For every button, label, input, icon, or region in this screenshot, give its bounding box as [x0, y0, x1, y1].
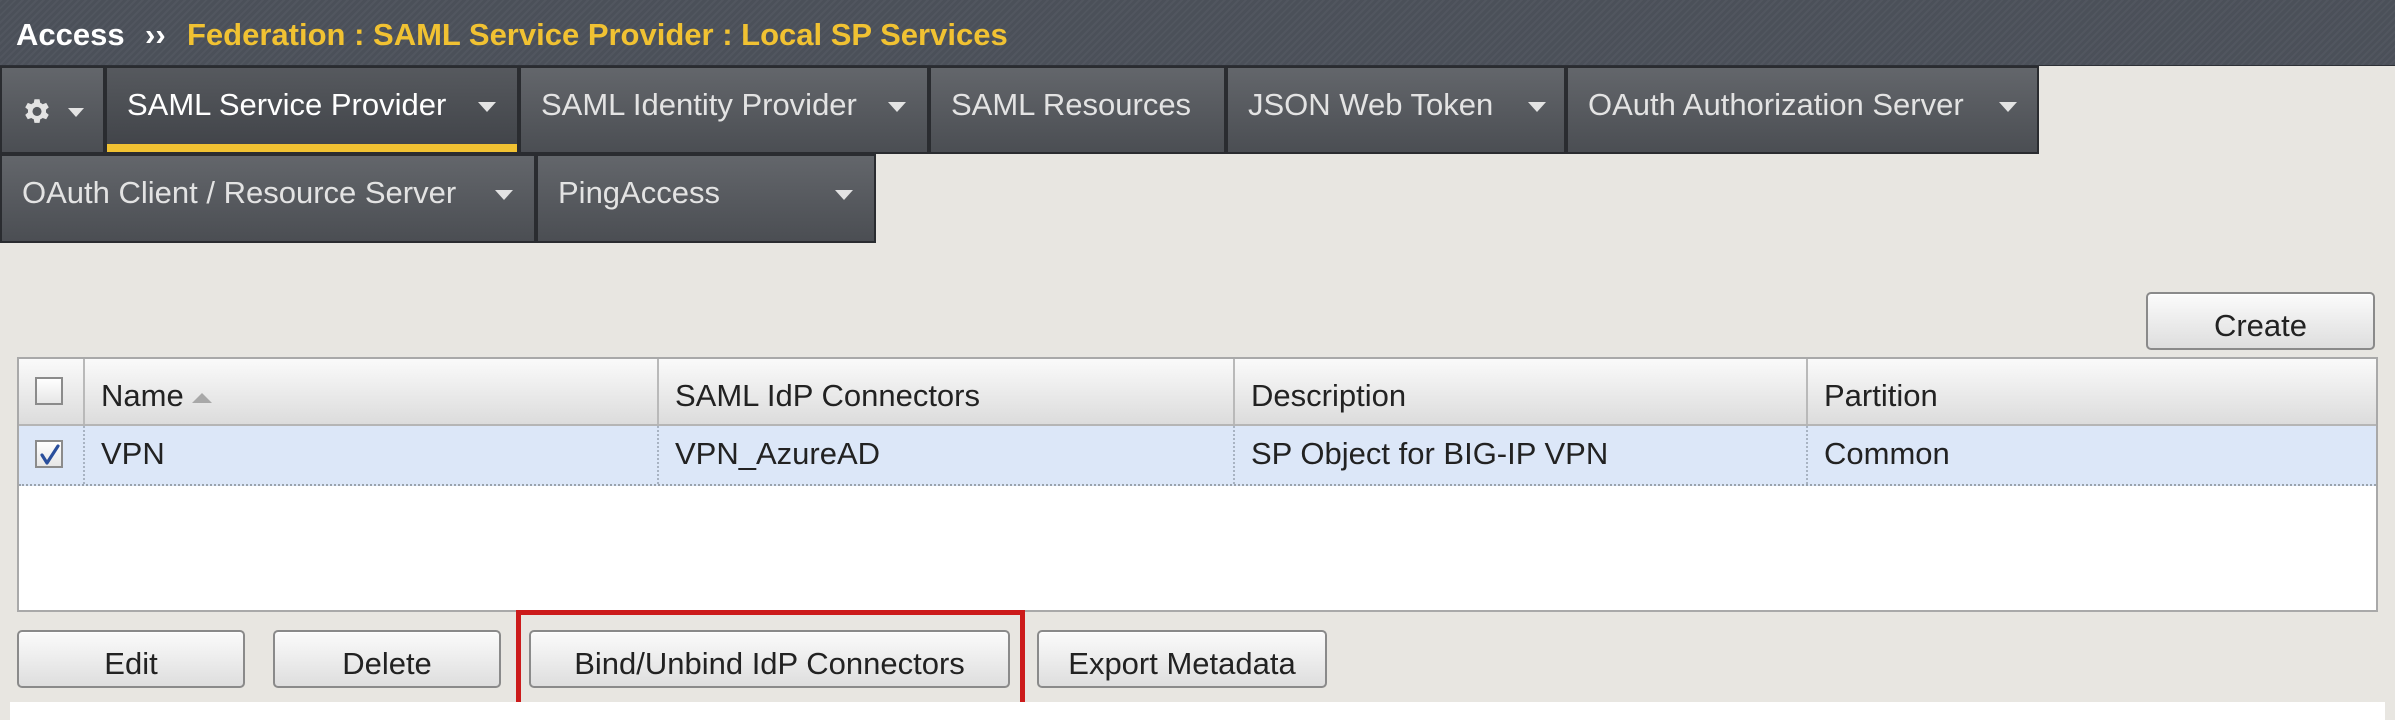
edit-button-label: Edit	[104, 646, 158, 681]
settings-menu-button[interactable]	[0, 66, 105, 154]
tab-label: SAML Service Provider	[127, 87, 447, 122]
tab-oauth-client-resource-server[interactable]: OAuth Client / Resource Server	[0, 154, 536, 243]
chevron-down-icon	[478, 102, 496, 112]
cell-description: SP Object for BIG-IP VPN	[1235, 426, 1808, 484]
breadcrumb-root[interactable]: Access	[16, 17, 125, 53]
sort-ascending-icon	[192, 393, 212, 403]
chevron-down-icon	[1999, 102, 2017, 112]
breadcrumb-path: Federation : SAML Service Provider : Loc…	[187, 17, 1008, 52]
tab-label: PingAccess	[558, 175, 720, 210]
table-row[interactable]: VPN VPN_AzureAD SP Object for BIG-IP VPN…	[19, 426, 2376, 486]
cell-partition: Common	[1808, 426, 2376, 484]
tab-pingaccess[interactable]: PingAccess	[536, 154, 876, 243]
tab-label: OAuth Client / Resource Server	[22, 175, 457, 210]
column-header-saml-idp-connectors: SAML IdP Connectors	[659, 359, 1235, 424]
column-header-description: Description	[1235, 359, 1808, 424]
row-select-cell	[19, 426, 85, 484]
gear-icon	[25, 99, 49, 123]
chevron-down-icon	[1528, 102, 1546, 112]
table-header: Name SAML IdP Connectors Description Par…	[19, 359, 2376, 426]
tab-label: OAuth Authorization Server	[1588, 87, 1964, 122]
row-name-link[interactable]: VPN	[101, 436, 165, 472]
tab-label: SAML Resources	[951, 87, 1192, 122]
column-header-partition: Partition	[1808, 359, 2376, 424]
chevron-down-icon	[835, 190, 853, 200]
checkmark-icon	[40, 444, 60, 465]
column-header-label: Partition	[1824, 378, 1938, 413]
chevron-down-icon	[68, 108, 84, 117]
tab-oauth-authorization-server[interactable]: OAuth Authorization Server	[1566, 66, 2039, 154]
delete-button-label: Delete	[342, 646, 432, 681]
chevron-down-icon	[495, 190, 513, 200]
tab-label: JSON Web Token	[1248, 87, 1494, 122]
tab-saml-service-provider[interactable]: SAML Service Provider	[105, 66, 519, 154]
edit-button[interactable]: Edit	[17, 630, 245, 688]
content-footer	[10, 702, 2385, 720]
tab-bar: SAML Service Provider SAML Identity Prov…	[0, 66, 2395, 243]
select-all-cell	[19, 359, 85, 424]
cell-name: VPN	[85, 426, 659, 484]
tab-saml-identity-provider[interactable]: SAML Identity Provider	[519, 66, 929, 154]
export-metadata-button[interactable]: Export Metadata	[1037, 630, 1327, 688]
column-header-label: Description	[1251, 378, 1407, 413]
delete-button[interactable]: Delete	[273, 630, 501, 688]
create-button-label: Create	[2213, 308, 2308, 343]
create-button[interactable]: Create	[2146, 292, 2375, 350]
column-header-label: Name	[101, 378, 184, 413]
tab-json-web-token[interactable]: JSON Web Token	[1226, 66, 1566, 154]
column-header-name[interactable]: Name	[85, 359, 659, 424]
cell-connectors: VPN_AzureAD	[659, 426, 1235, 484]
sp-services-table: Name SAML IdP Connectors Description Par…	[17, 357, 2378, 612]
row-connectors-text: VPN_AzureAD	[675, 436, 881, 471]
breadcrumb-separator: ››	[145, 17, 166, 52]
tab-label: SAML Identity Provider	[541, 87, 857, 122]
select-all-checkbox[interactable]	[35, 377, 63, 405]
bind-button-label: Bind/Unbind IdP Connectors	[574, 646, 965, 681]
tab-saml-resources[interactable]: SAML Resources	[929, 66, 1226, 154]
export-button-label: Export Metadata	[1068, 646, 1296, 681]
bind-unbind-idp-connectors-button[interactable]: Bind/Unbind IdP Connectors	[529, 630, 1010, 688]
row-checkbox[interactable]	[35, 440, 63, 468]
chevron-down-icon	[888, 102, 906, 112]
row-description-text: SP Object for BIG-IP VPN	[1251, 436, 1609, 471]
row-partition-text: Common	[1824, 436, 1950, 471]
column-header-label: SAML IdP Connectors	[675, 378, 980, 413]
breadcrumb-header: Access ›› Federation : SAML Service Prov…	[0, 0, 2395, 66]
